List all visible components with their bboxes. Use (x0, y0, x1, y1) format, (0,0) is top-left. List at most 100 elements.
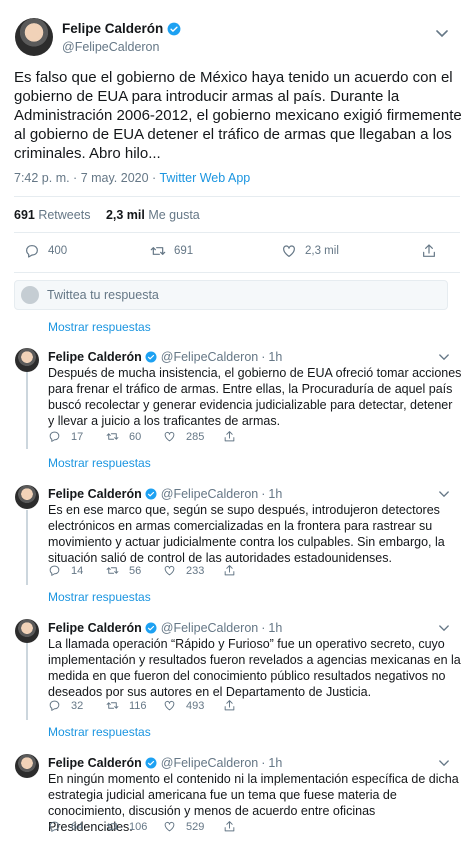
reply-tweet[interactable]: Felipe Calderón @FelipeCalderon · 1h Des… (0, 348, 474, 448)
retweet-count: 116 (129, 699, 147, 712)
retweets-count: 691 (14, 208, 35, 222)
like-button[interactable]: 2,3 mil (281, 243, 339, 259)
author-avatar[interactable] (15, 754, 39, 778)
like-button[interactable]: 285 (163, 430, 204, 443)
share-button[interactable] (421, 243, 445, 259)
retweet-icon (106, 430, 119, 443)
likes-label: Me gusta (144, 208, 200, 222)
like-count: 493 (186, 699, 205, 712)
reply-tweet[interactable]: Felipe Calderón @FelipeCalderon · 1h En … (0, 754, 474, 838)
reply-header: Felipe Calderón @FelipeCalderon · 1h (48, 756, 282, 770)
reply-actions: 17 60 285 (48, 430, 268, 446)
author-handle[interactable]: @FelipeCalderon (161, 487, 258, 501)
reply-icon (48, 820, 61, 833)
reply-tweet[interactable]: Felipe Calderón @FelipeCalderon · 1h La … (0, 619, 474, 719)
reply-header: Felipe Calderón @FelipeCalderon · 1h (48, 487, 282, 501)
author-name[interactable]: Felipe Calderón (48, 621, 142, 635)
reply-time[interactable]: 1h (268, 756, 282, 770)
author-name[interactable]: Felipe Calderón (48, 487, 142, 501)
reply-actions: 32 116 493 (48, 699, 268, 715)
retweet-button[interactable]: 60 (106, 430, 141, 443)
retweet-icon (106, 564, 119, 577)
reply-actions: 64 106 529 (48, 820, 268, 836)
reply-button[interactable]: 14 (48, 564, 83, 577)
author-avatar[interactable] (15, 348, 39, 372)
reply-composer[interactable]: Twittea tu respuesta (14, 280, 448, 310)
retweet-count: 106 (129, 820, 148, 833)
heart-icon (163, 564, 176, 577)
reply-time[interactable]: 1h (268, 350, 282, 364)
chevron-down-icon[interactable] (439, 491, 449, 498)
share-button[interactable] (223, 564, 246, 577)
heart-icon (281, 243, 297, 259)
author-avatar[interactable] (15, 619, 39, 643)
show-replies-link[interactable]: Mostrar respuestas (48, 725, 151, 739)
heart-icon (163, 699, 176, 712)
reply-count: 14 (71, 564, 84, 577)
show-replies-link[interactable]: Mostrar respuestas (48, 320, 151, 334)
chevron-down-icon[interactable] (436, 30, 448, 38)
timestamp-text[interactable]: 7:42 p. m. · 7 may. 2020 · (14, 171, 159, 185)
reply-button[interactable]: 17 (48, 430, 83, 443)
likes-stat[interactable]: 2,3 mil Me gusta (106, 208, 200, 222)
chevron-down-icon[interactable] (439, 760, 449, 767)
chevron-down-icon[interactable] (439, 625, 449, 632)
verified-badge-icon (145, 622, 157, 634)
author-avatar[interactable] (15, 485, 39, 509)
separator-dot: · (261, 756, 266, 770)
reply-input-placeholder[interactable]: Twittea tu respuesta (47, 288, 159, 302)
share-button[interactable] (223, 430, 246, 443)
author-handle[interactable]: @FelipeCalderon (161, 756, 258, 770)
author-name-row[interactable]: Felipe Calderón (62, 21, 181, 36)
show-replies-link[interactable]: Mostrar respuestas (48, 456, 151, 470)
retweet-count: 691 (174, 245, 194, 257)
reply-button[interactable]: 32 (48, 699, 83, 712)
reply-icon (24, 243, 40, 259)
retweet-button[interactable]: 691 (150, 243, 193, 259)
author-name[interactable]: Felipe Calderón (48, 350, 142, 364)
like-button[interactable]: 233 (163, 564, 204, 577)
author-avatar[interactable] (15, 18, 53, 56)
share-icon (223, 820, 236, 833)
retweet-button[interactable]: 56 (106, 564, 141, 577)
separator-dot: · (261, 487, 266, 501)
retweet-button[interactable]: 106 (106, 820, 147, 833)
reply-actions: 14 56 233 (48, 564, 268, 580)
verified-badge-icon (167, 22, 181, 36)
share-icon (421, 243, 437, 259)
reply-count: 17 (71, 430, 84, 443)
author-name[interactable]: Felipe Calderón (48, 756, 142, 770)
reply-count: 400 (48, 245, 68, 257)
verified-badge-icon (145, 488, 157, 500)
heart-icon (163, 820, 176, 833)
reply-time[interactable]: 1h (268, 621, 282, 635)
author-handle[interactable]: @FelipeCalderon (161, 350, 258, 364)
author-handle[interactable]: @FelipeCalderon (161, 621, 258, 635)
reply-time[interactable]: 1h (268, 487, 282, 501)
reply-text: La llamada operación “Rápido y Furioso” … (48, 637, 461, 699)
user-avatar (21, 286, 39, 304)
share-button[interactable] (223, 820, 246, 833)
retweet-button[interactable]: 116 (106, 699, 147, 712)
reply-count: 32 (71, 699, 84, 712)
heart-icon (163, 430, 176, 443)
chevron-down-icon[interactable] (439, 354, 449, 361)
show-replies-link[interactable]: Mostrar respuestas (48, 590, 151, 604)
tweet-stats: 691 Retweets 2,3 mil Me gusta (14, 208, 200, 222)
like-count: 529 (186, 820, 205, 833)
like-button[interactable]: 529 (163, 820, 204, 833)
share-icon (223, 564, 236, 577)
reply-header: Felipe Calderón @FelipeCalderon · 1h (48, 621, 282, 635)
reply-button[interactable]: 64 (48, 820, 83, 833)
retweets-stat[interactable]: 691 Retweets (14, 208, 90, 222)
author-handle[interactable]: @FelipeCalderon (62, 40, 159, 54)
share-button[interactable] (223, 699, 246, 712)
like-button[interactable]: 493 (163, 699, 204, 712)
likes-count: 2,3 mil (105, 208, 145, 222)
reply-button[interactable]: 400 (24, 243, 67, 259)
retweets-label: Retweets (34, 208, 91, 222)
tweet-source-link[interactable]: Twitter Web App (159, 171, 250, 185)
retweet-count: 60 (129, 430, 142, 443)
author-name[interactable]: Felipe Calderón (62, 21, 163, 36)
reply-tweet[interactable]: Felipe Calderón @FelipeCalderon · 1h Es … (0, 485, 474, 585)
